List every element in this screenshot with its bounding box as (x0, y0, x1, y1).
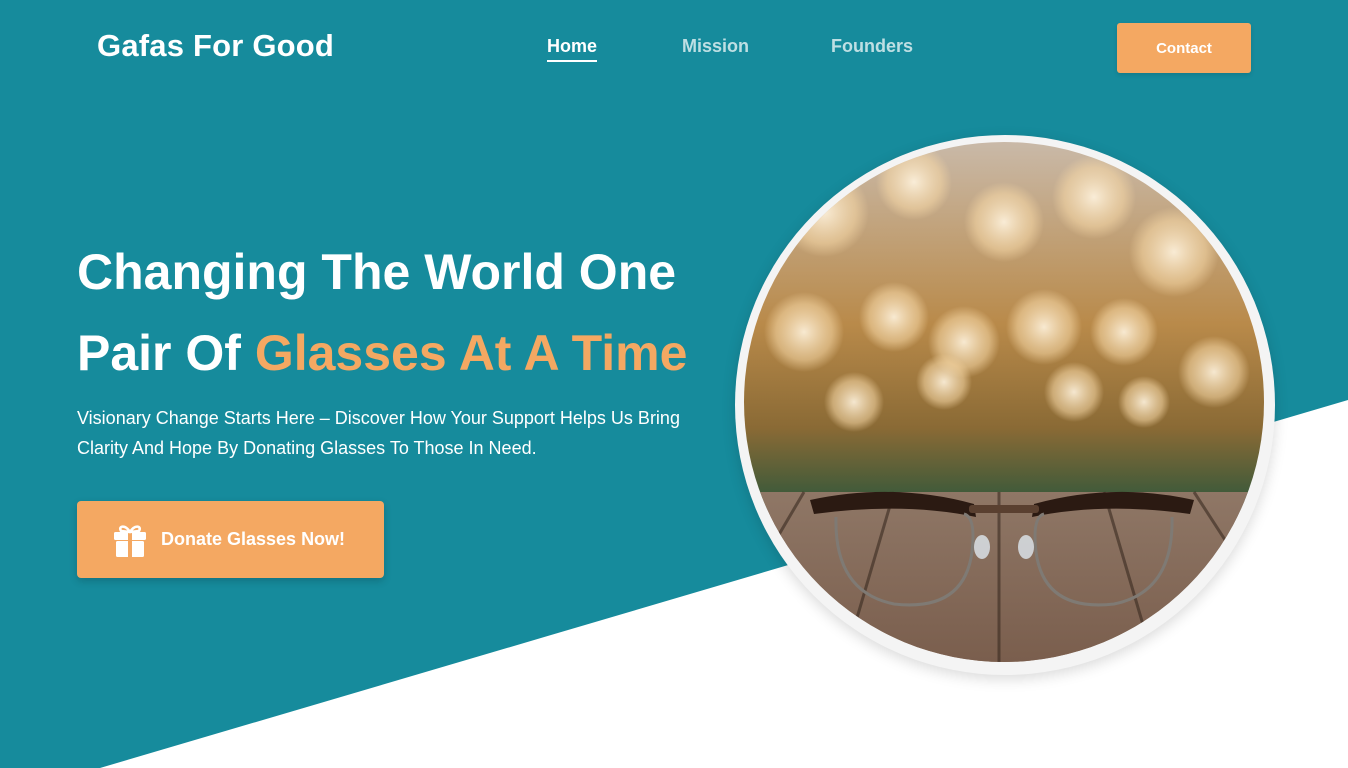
hero-title-accent: Glasses At A Time (254, 325, 688, 381)
landing-page: Gafas For Good Home Mission Founders Con… (0, 0, 1348, 768)
donate-glasses-button[interactable]: Donate Glasses Now! (77, 501, 384, 578)
brand-logo[interactable]: Gafas For Good (97, 28, 334, 64)
donate-button-label: Donate Glasses Now! (161, 529, 346, 549)
nav-mission[interactable]: Mission (682, 36, 749, 57)
hero-title: Changing The World One Pair Of Glasses A… (77, 232, 687, 394)
hero-title-line2-prefix: Pair Of (77, 325, 255, 381)
hero-title-line1: Changing The World One (77, 244, 677, 300)
hero-photo-glasses (744, 142, 1264, 662)
contact-button[interactable]: Contact (1117, 23, 1251, 73)
nav-founders[interactable]: Founders (831, 36, 913, 57)
glasses-illustration (744, 142, 1264, 662)
hero-subtitle: Visionary Change Starts Here – Discover … (77, 408, 680, 458)
nav-home[interactable]: Home (547, 36, 598, 62)
gift-icon (114, 525, 146, 557)
